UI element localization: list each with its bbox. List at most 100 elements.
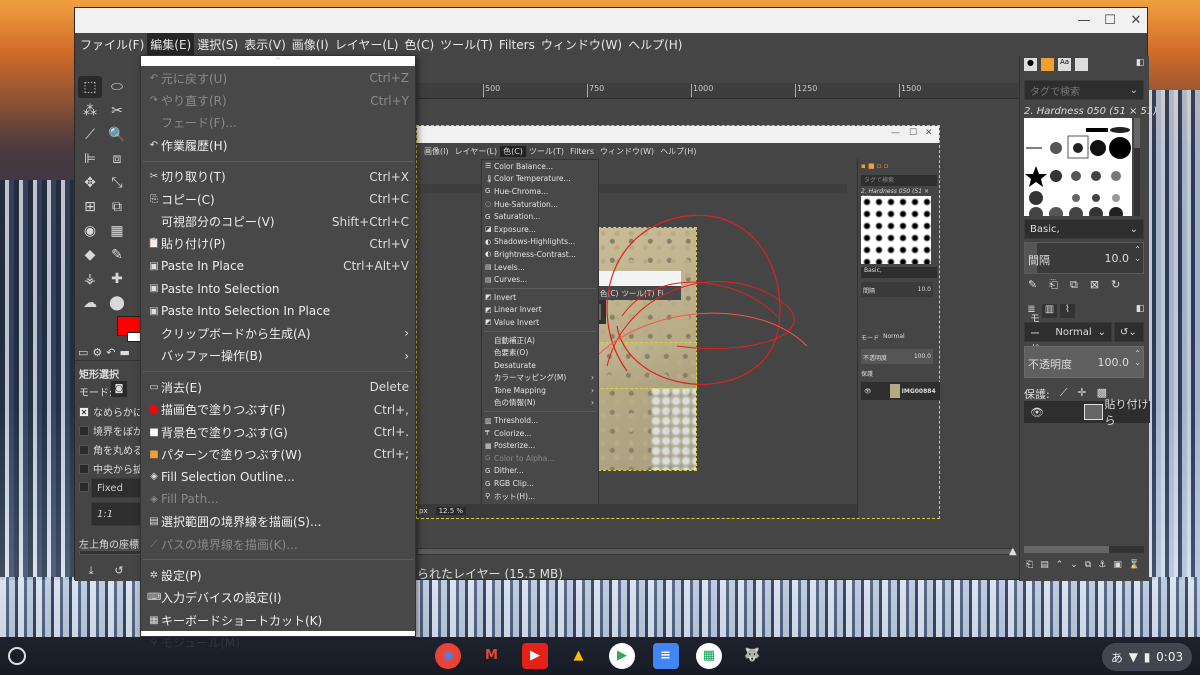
eraser-tool-icon[interactable]: ◆ <box>78 244 102 266</box>
maximize-button[interactable]: ☐ <box>1101 12 1119 30</box>
scissors-tool-icon[interactable]: ✂ <box>105 100 129 122</box>
heal-tool-icon[interactable]: ✚ <box>105 268 129 290</box>
brush-grid[interactable] <box>1024 118 1132 216</box>
menu-item-fill-bg[interactable]: ■ 背景色で塗りつぶす(G) Ctrl+. <box>141 421 415 443</box>
mask-icon[interactable]: ▣ <box>1113 560 1122 570</box>
background-color[interactable] <box>127 332 141 342</box>
new-group-icon[interactable]: ▤ <box>1040 560 1049 570</box>
menu-9[interactable]: ウィンドウ(W) <box>538 33 625 56</box>
clone-tool-icon[interactable]: ⚶ <box>78 268 102 290</box>
status-tray[interactable]: あ ▼ ▮ 0:03 <box>1102 643 1192 671</box>
delete-layer-icon[interactable]: ⌛ <box>1129 560 1140 570</box>
menu-6[interactable]: 色(C) <box>401 33 437 56</box>
brushes-tab[interactable]: ● <box>1024 58 1037 71</box>
gimp-app-icon[interactable]: 🐺 <box>740 643 766 669</box>
duplicate-brush-icon[interactable]: ⧉ <box>1070 278 1078 292</box>
color-picker-tool-icon[interactable]: ⟋ <box>78 124 102 146</box>
navigate-icon[interactable]: ▲ <box>1009 546 1017 557</box>
edit-brush-icon[interactable]: ✎ <box>1028 278 1037 292</box>
menu-item-preferences[interactable]: ✲ 設定(P) <box>141 564 415 586</box>
undo-history-tab-icon[interactable]: ↶ <box>106 346 115 360</box>
menu-scroll-up[interactable]: ^ <box>141 56 415 66</box>
option-1[interactable]: 境界をぼかす <box>79 421 141 440</box>
device-status-tab-icon[interactable]: ⚙ <box>92 346 102 360</box>
menu-item-paste-in-place[interactable]: ▣ Paste In Place Ctrl+Alt+V <box>141 255 415 277</box>
fuzzy-select-tool-icon[interactable]: ⁂ <box>78 100 102 122</box>
mode-replace-button[interactable]: ◙ <box>111 381 127 397</box>
perspective-tool-icon[interactable]: ⧉ <box>105 196 129 218</box>
play-store-app-icon[interactable]: ▶ <box>609 643 635 669</box>
position-field[interactable] <box>79 550 141 555</box>
menu-item-fill-fg[interactable]: ■ 描画色で塗りつぶす(F) Ctrl+, <box>141 398 415 420</box>
menu-5[interactable]: レイヤー(L) <box>332 33 402 56</box>
checkbox[interactable]: ✕ <box>79 406 89 417</box>
zoom-tool-icon[interactable]: 🔍 <box>105 124 129 146</box>
smudge-tool-icon[interactable]: ☁ <box>78 292 102 314</box>
duplicate-layer-icon[interactable]: ⧉ <box>1085 560 1091 570</box>
menu-item-undo-history[interactable]: ↶ 作業履歴(H) <box>141 134 415 156</box>
spacing-slider[interactable]: 間隔 10.0 ⌃ ⌄ <box>1024 242 1144 274</box>
dock-menu-icon[interactable]: ◧ <box>1132 58 1148 68</box>
transform-tool-icon[interactable]: ⤡ <box>105 172 129 194</box>
option-2[interactable]: 角を丸める <box>79 440 141 459</box>
layers-scrollbar[interactable] <box>1024 546 1144 553</box>
menu-item-copy-visible[interactable]: 可視部分のコピー(V) Shift+Ctrl+C <box>141 210 415 232</box>
fonts-tab[interactable]: Aa <box>1058 58 1071 71</box>
menu-item-keyboard-shortcuts[interactable]: ▦ キーボードショートカット(K) <box>141 609 415 631</box>
lower-layer-icon[interactable]: ⌄ <box>1070 560 1078 570</box>
crop-tool-icon[interactable]: ⧈ <box>105 148 129 170</box>
tool-options-tab-icon[interactable]: ▭ <box>78 346 88 360</box>
gmail-app-icon[interactable]: M <box>479 643 505 669</box>
menu-item-fill-pattern[interactable]: ■ パターンで塗りつぶす(W) Ctrl+; <box>141 443 415 465</box>
chrome-app-icon[interactable]: ◉ <box>435 643 461 669</box>
refresh-brushes-icon[interactable]: ↻ <box>1111 278 1120 292</box>
menu-item-paste-as[interactable]: クリップボードから生成(A) › <box>141 322 415 344</box>
menu-item-paste[interactable]: 📋 貼り付け(P) Ctrl+V <box>141 233 415 255</box>
layer-row[interactable]: 👁 貼り付けら <box>1024 398 1150 427</box>
horizontal-scrollbar[interactable] <box>417 548 1013 555</box>
lock-pixels-icon[interactable]: ⟋ <box>1060 386 1068 402</box>
option-0[interactable]: ✕ なめらかに <box>79 402 141 421</box>
spin-arrows-icon[interactable]: ⌃ ⌄ <box>1134 349 1141 367</box>
menu-item-paste-into-selection-in-place[interactable]: ▣ Paste Into Selection In Place <box>141 300 415 322</box>
layer-dock-menu-icon[interactable]: ◧ <box>1132 304 1148 314</box>
menu-10[interactable]: ヘルプ(H) <box>625 33 685 56</box>
menu-item-stroke-selection[interactable]: ▤ 選択範囲の境界線を描画(S)... <box>141 510 415 532</box>
menu-4[interactable]: 画像(I) <box>289 33 332 56</box>
close-button[interactable]: ✕ <box>1127 12 1145 30</box>
fixed-dropdown[interactable]: Fixed <box>91 478 141 498</box>
checkbox[interactable] <box>79 463 89 474</box>
menu-1[interactable]: 編集(E) <box>147 33 195 56</box>
brush-preset-dropdown[interactable]: Basic, ⌄ <box>1024 219 1144 239</box>
brush-grid-scrollbar[interactable] <box>1134 118 1140 216</box>
menu-0[interactable]: ファイル(F) <box>77 33 147 56</box>
menu-item-fill-selection-outline[interactable]: ◈ Fill Selection Outline... <box>141 466 415 488</box>
visibility-eye-icon[interactable]: 👁 <box>1030 406 1044 419</box>
bucket-fill-tool-icon[interactable]: ◉ <box>78 220 102 242</box>
align-tool-icon[interactable]: ⊫ <box>78 148 102 170</box>
menu-2[interactable]: 選択(S) <box>194 33 241 56</box>
menu-7[interactable]: ツール(T) <box>437 33 496 56</box>
gradient-tool-icon[interactable]: ▦ <box>105 220 129 242</box>
opacity-slider[interactable]: 不透明度 100.0 ⌃ ⌄ <box>1024 346 1144 378</box>
ellipse-select-tool-icon[interactable]: ⬭ <box>105 76 129 98</box>
minimize-button[interactable]: — <box>1075 12 1093 30</box>
brush-tag-search[interactable]: タグで検索 ⌄ <box>1024 80 1144 100</box>
paths-tab[interactable]: ⌇ <box>1060 304 1075 318</box>
rect-select-tool-icon[interactable]: ⬚ <box>78 76 102 98</box>
raise-layer-icon[interactable]: ⌃ <box>1056 560 1064 570</box>
reset-icon[interactable]: ↺ <box>111 564 127 577</box>
anchor-layer-icon[interactable]: ⚓ <box>1098 560 1106 570</box>
spin-arrows-icon[interactable]: ⌃ ⌄ <box>1134 245 1141 263</box>
docs-app-icon[interactable]: ≡ <box>652 643 679 669</box>
menu-item-clear[interactable]: ▭ 消去(E) Delete <box>141 376 415 398</box>
layer-mode-dropdown[interactable]: モードNormal⌄ <box>1024 314 1112 355</box>
delete-brush-icon[interactable]: ⊠ <box>1090 278 1099 292</box>
menu-8[interactable]: Filters <box>496 35 538 55</box>
checkbox[interactable] <box>79 444 89 455</box>
menu-item-paste-into-selection[interactable]: ▣ Paste Into Selection <box>141 278 415 300</box>
menu-item-copy[interactable]: ⎘ コピー(C) Ctrl+C <box>141 188 415 210</box>
fixed-checkbox[interactable] <box>79 482 89 492</box>
composite-mode-dropdown[interactable]: ↺⌄ <box>1114 322 1144 342</box>
documents-tab[interactable] <box>1075 58 1088 71</box>
